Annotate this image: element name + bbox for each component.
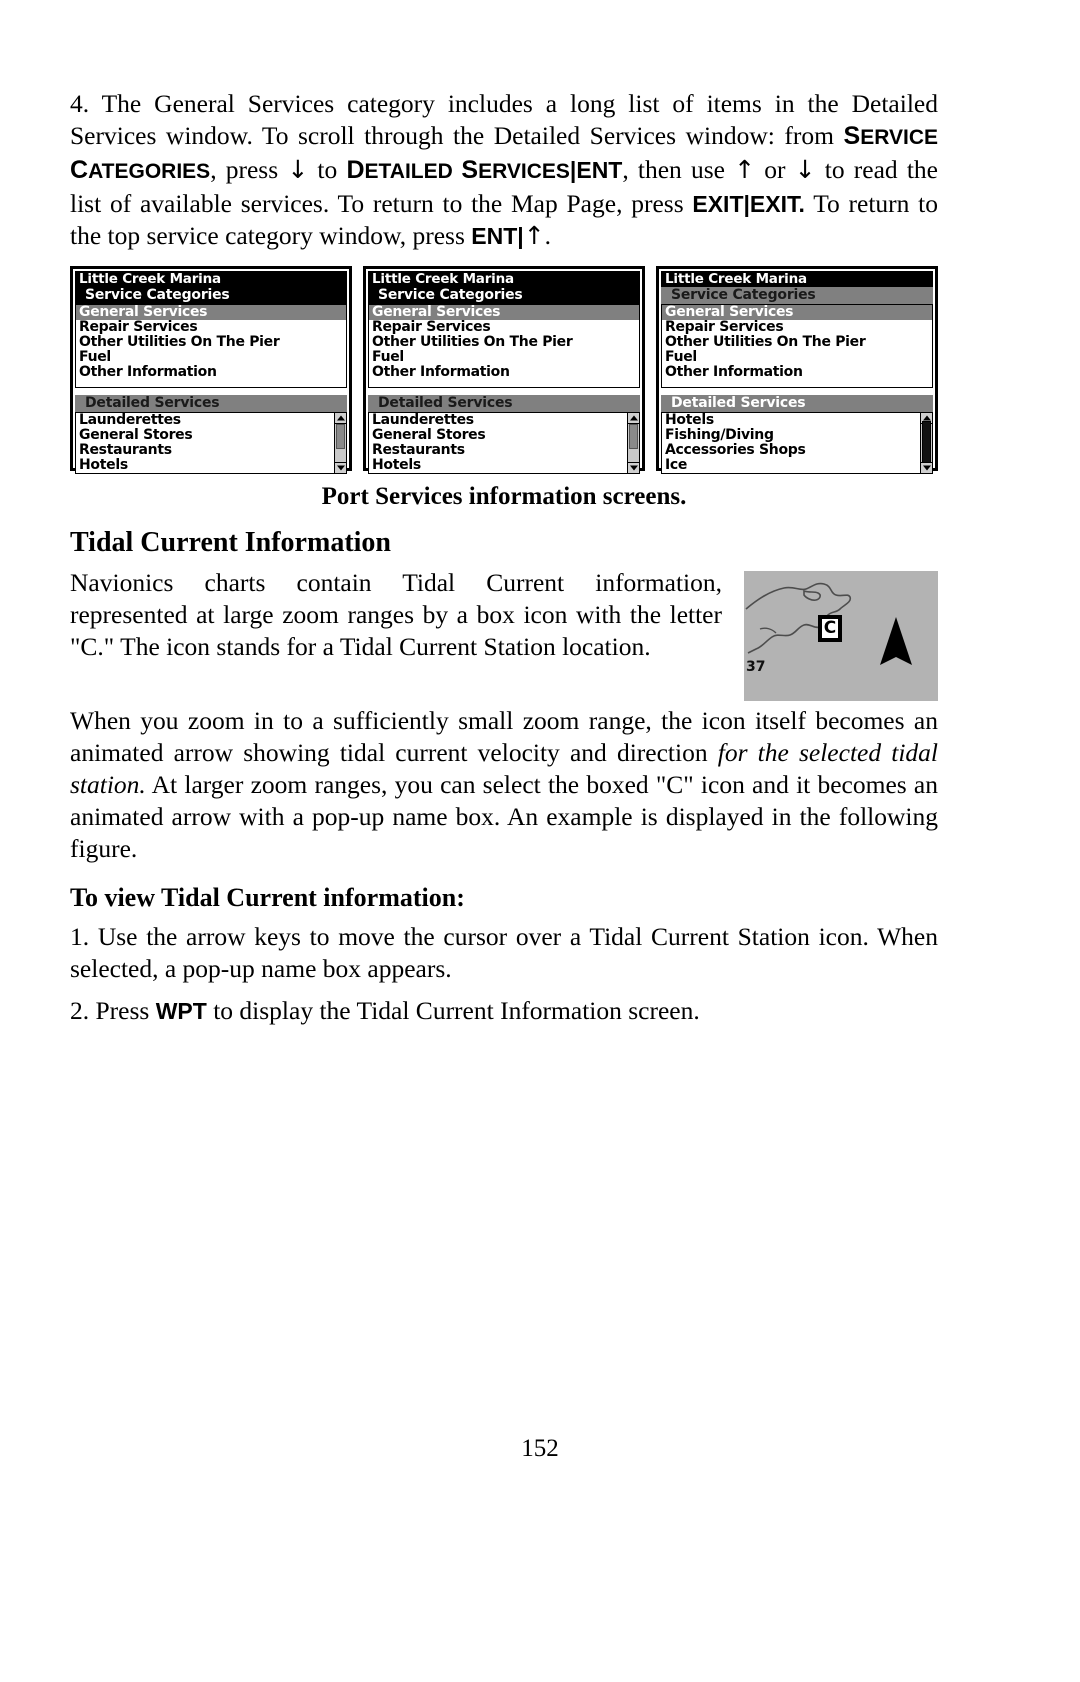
gps-screen-title: Little Creek Marina (75, 271, 347, 287)
service-category-item[interactable]: General Services (76, 305, 346, 320)
tidal-step2-text-b: to display the Tidal Current Information… (206, 996, 700, 1025)
key-wpt: WPT (155, 998, 207, 1024)
paragraph-step-4: 4. The General Services category include… (70, 88, 938, 252)
depth-label: 37 (746, 659, 766, 675)
tidal-current-map-figure: C 37 (744, 571, 938, 701)
step4-text-a: 4. The General Services category include… (70, 89, 938, 150)
detailed-service-item[interactable]: Restaurants (369, 443, 639, 458)
key-exit-exit: EXIT|EXIT. (692, 191, 805, 217)
scroll-down-arrow-icon[interactable] (921, 462, 932, 473)
tidal-current-station-c-icon[interactable]: C (818, 615, 842, 642)
service-category-item[interactable]: Other Utilities On The Pier (369, 335, 639, 350)
panel-divider (75, 388, 347, 395)
detailed-service-item[interactable]: Groceries Stores (665, 473, 792, 474)
arrow-up-glyph: ↑ (734, 155, 756, 184)
service-category-item[interactable]: Fuel (662, 350, 932, 365)
detailed-services-scrollbar[interactable] (334, 413, 346, 473)
service-categories-list[interactable]: General Services Repair Services Other Uti… (661, 304, 933, 388)
service-categories-header[interactable]: Service Categories (75, 287, 347, 304)
boat-cursor-arrow-icon (880, 617, 912, 665)
service-category-item[interactable]: Repair Services (76, 320, 346, 335)
step4-text-d: , then use (622, 155, 735, 184)
arrow-up-glyph-2: ↑ (523, 221, 545, 250)
detailed-service-item[interactable]: Ice (662, 458, 932, 473)
detailed-service-item[interactable]: Fishing/Diving (79, 473, 188, 474)
service-categories-list[interactable]: General Services Repair Services Other Uti… (75, 304, 347, 388)
scrollbar-thumb[interactable] (922, 421, 931, 464)
detailed-services-scrollbar[interactable] (627, 413, 639, 473)
gps-screen: Little Creek Marina Service Categories Gen… (656, 266, 938, 474)
gps-screen: Little Creek Marina Service Categories Gen… (363, 266, 645, 474)
tidal-zoom-text-b: At larger zoom ranges, you can select th… (70, 770, 938, 863)
service-category-item[interactable]: Other Information (369, 365, 639, 380)
detailed-services-list[interactable]: Hotels Fishing/Diving Accessories Shops Ice… (661, 412, 933, 474)
panel-divider (368, 388, 640, 395)
subheading-view-tidal-current: To view Tidal Current information: (70, 883, 465, 912)
detailed-services-header[interactable]: Detailed Services (661, 395, 933, 412)
step4-text-h: . (544, 221, 552, 250)
detailed-services-list[interactable]: Launderettes General Stores Restaurants Hot… (368, 412, 640, 474)
service-category-item[interactable]: General Services (662, 305, 932, 320)
service-category-item[interactable]: Other Information (76, 365, 346, 380)
detailed-service-item[interactable]: Hotels (369, 458, 639, 473)
service-categories-list[interactable]: General Services Repair Services Other Uti… (368, 304, 640, 388)
detailed-services-header[interactable]: Detailed Services (368, 395, 640, 412)
section-heading-tidal-current: Tidal Current Information (70, 527, 391, 558)
service-category-item[interactable]: Other Utilities On The Pier (76, 335, 346, 350)
detailed-services-scrollbar[interactable] (920, 413, 932, 473)
detailed-service-item[interactable]: Fishing/Diving (662, 428, 932, 443)
service-categories-header[interactable]: Service Categories (661, 287, 933, 304)
scroll-up-arrow-icon[interactable] (335, 413, 346, 424)
page-content: 4. The General Services category include… (70, 88, 938, 1037)
key-ent-2: ENT| (471, 223, 524, 249)
paragraph-tidal-step-2: 2. Press WPT to display the Tidal Curren… (70, 995, 938, 1027)
gps-screen-title: Little Creek Marina (368, 271, 640, 287)
detailed-service-item[interactable]: Launderettes (369, 413, 639, 428)
detailed-services-list[interactable]: Launderettes General Stores Restaurants Hot… (75, 412, 347, 474)
detailed-service-item[interactable]: Accessories Shops (662, 443, 932, 458)
scroll-down-arrow-icon[interactable] (335, 462, 346, 473)
detailed-service-item[interactable]: Hotels (662, 413, 932, 428)
arrow-down-glyph: ↓ (287, 155, 309, 184)
port-services-figure: Little Creek Marina Service Categories Gen… (70, 266, 938, 474)
service-category-item[interactable]: Fuel (76, 350, 346, 365)
paragraph-tidal-zoom: When you zoom in to a sufficiently small… (70, 705, 938, 865)
scrollbar-thumb[interactable] (629, 423, 638, 449)
detailed-service-item[interactable]: General Stores (76, 428, 346, 443)
service-category-item[interactable]: Repair Services (369, 320, 639, 335)
scroll-up-arrow-icon[interactable] (628, 413, 639, 424)
service-category-item[interactable]: Other Information (662, 365, 932, 380)
keyword-detailed-services: DETAILED SERVICES (346, 156, 570, 184)
service-category-item[interactable]: Other Utilities On The Pier (662, 335, 932, 350)
service-category-item[interactable]: Fuel (369, 350, 639, 365)
detailed-service-item[interactable]: Hotels (76, 458, 346, 473)
scroll-down-arrow-icon[interactable] (628, 462, 639, 473)
gps-screen-title: Little Creek Marina (661, 271, 933, 287)
detailed-service-item[interactable]: Restaurants (76, 443, 346, 458)
service-category-item[interactable]: General Services (369, 305, 639, 320)
key-ent: ENT (576, 157, 623, 183)
detailed-service-item[interactable]: General Stores (369, 428, 639, 443)
paragraph-tidal-step-1: 1. Use the arrow keys to move the cursor… (70, 922, 938, 983)
gps-screen: Little Creek Marina Service Categories Gen… (70, 266, 352, 474)
detailed-service-item[interactable]: Launderettes (76, 413, 346, 428)
step4-text-e: or (755, 155, 795, 184)
service-categories-header[interactable]: Service Categories (368, 287, 640, 304)
step4-text-b: , press (210, 155, 288, 184)
service-category-item[interactable]: Repair Services (662, 320, 932, 335)
scrollbar-thumb[interactable] (336, 423, 345, 449)
document-page: 4. The General Services category include… (0, 0, 1080, 1682)
detailed-service-item[interactable]: Fishing/Diving (372, 473, 481, 474)
panel-divider (661, 388, 933, 395)
tidal-step2-text-a: 2. Press (70, 996, 156, 1025)
detailed-services-header[interactable]: Detailed Services (75, 395, 347, 412)
figure-caption: Port Services information screens. (321, 483, 687, 510)
step4-text-c: to (308, 155, 347, 184)
arrow-down-glyph-2: ↓ (794, 155, 816, 184)
page-number: 152 (521, 1435, 559, 1462)
